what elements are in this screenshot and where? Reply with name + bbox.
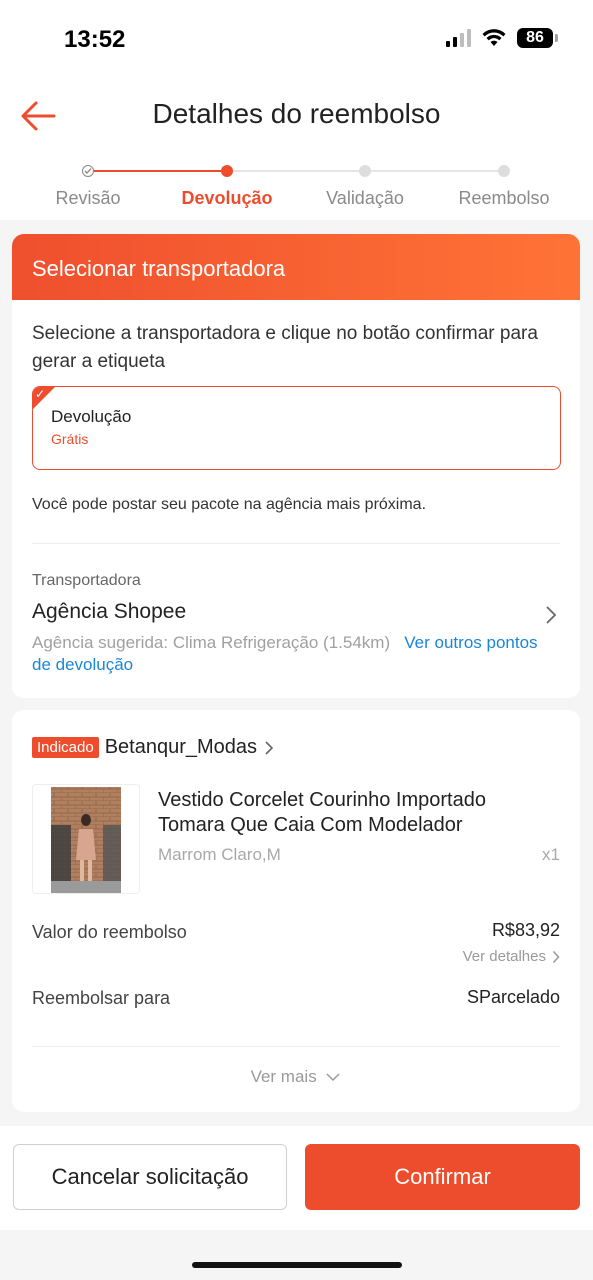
step-dot: [359, 165, 371, 177]
refund-value: R$83,92: [491, 920, 560, 940]
wifi-icon: [482, 29, 506, 46]
indicated-badge: Indicado: [32, 737, 99, 758]
carrier-instruction: Selecione a transportadora e clique no b…: [32, 323, 538, 372]
step-dot: [498, 165, 510, 177]
step-label-devolucao: Devolução: [181, 188, 273, 208]
post-office-note: Você pode postar seu pacote na agência m…: [32, 496, 427, 513]
product-title[interactable]: Vestido Corcelet Courinho Importado Toma…: [158, 788, 548, 838]
refund-to-value: SParcelado: [466, 987, 560, 1007]
step-connector: [365, 170, 504, 172]
return-option-title: Devolução: [51, 407, 132, 426]
see-more-link[interactable]: Ver mais: [12, 1067, 580, 1087]
chevron-right-icon: [265, 740, 274, 755]
product-variant: Marrom Claro,M: [158, 845, 281, 864]
page-title: Detalhes do reembolso: [152, 98, 441, 129]
battery-icon: 86: [517, 28, 558, 48]
product-quantity: x1: [542, 845, 560, 864]
chevron-right-icon: [552, 950, 560, 963]
progress-stepper: Revisão Devolução Validação Reembolso: [0, 160, 593, 220]
view-details-link[interactable]: Ver detalhes: [463, 948, 560, 965]
carrier-label: Transportadora: [32, 572, 141, 589]
confirm-button[interactable]: Confirmar: [305, 1144, 580, 1210]
bottom-action-bar: Cancelar solicitação Confirmar: [0, 1126, 593, 1230]
view-details-label: Ver detalhes: [462, 948, 546, 965]
chevron-down-icon: [326, 1073, 340, 1082]
carrier-selection-card: Selecionar transportadora Selecione a tr…: [12, 234, 580, 698]
step-connector: [227, 170, 365, 172]
order-card: Indicado Betanqur_Modas Vestido Corcelet: [12, 710, 580, 1112]
cancel-request-button[interactable]: Cancelar solicitação: [13, 1144, 287, 1210]
status-time: 13:52: [64, 26, 126, 53]
check-icon: ✓: [35, 387, 46, 401]
step-done-check-icon: [82, 165, 94, 177]
carrier-banner: Selecionar transportadora: [12, 234, 580, 300]
suggested-agency: Agência sugerida: Clima Refrigeração (1.…: [32, 632, 552, 676]
refund-to-label: Reembolsar para: [32, 988, 171, 1008]
home-indicator[interactable]: [192, 1262, 402, 1268]
product-photo: [51, 787, 121, 893]
carrier-name[interactable]: Agência Shopee: [32, 600, 186, 624]
divider: [32, 1046, 560, 1047]
divider: [32, 543, 560, 544]
step-dot-active: [221, 165, 233, 177]
header: Detalhes do reembolso Revisão Devolução …: [0, 78, 593, 220]
step-label-revisao: Revisão: [55, 188, 121, 208]
return-option-card[interactable]: ✓ Devolução Grátis: [32, 386, 561, 470]
step-label-reembolso: Reembolso: [458, 188, 550, 208]
step-connector: [88, 170, 227, 172]
shop-row[interactable]: Indicado Betanqur_Modas: [32, 736, 275, 759]
product-image[interactable]: [32, 784, 140, 894]
status-icons: 86: [446, 28, 558, 48]
chevron-right-icon[interactable]: [544, 604, 558, 626]
status-bar: 13:52 86: [0, 0, 593, 78]
shop-name: Betanqur_Modas: [104, 736, 258, 758]
cellular-signal-icon: [446, 29, 471, 47]
step-label-validacao: Validação: [326, 188, 404, 208]
return-option-price: Grátis: [51, 431, 89, 447]
refund-value-label: Valor do reembolso: [32, 922, 187, 942]
see-more-label: Ver mais: [250, 1067, 317, 1086]
suggested-agency-text: Agência sugerida: Clima Refrigeração (1.…: [32, 633, 391, 652]
